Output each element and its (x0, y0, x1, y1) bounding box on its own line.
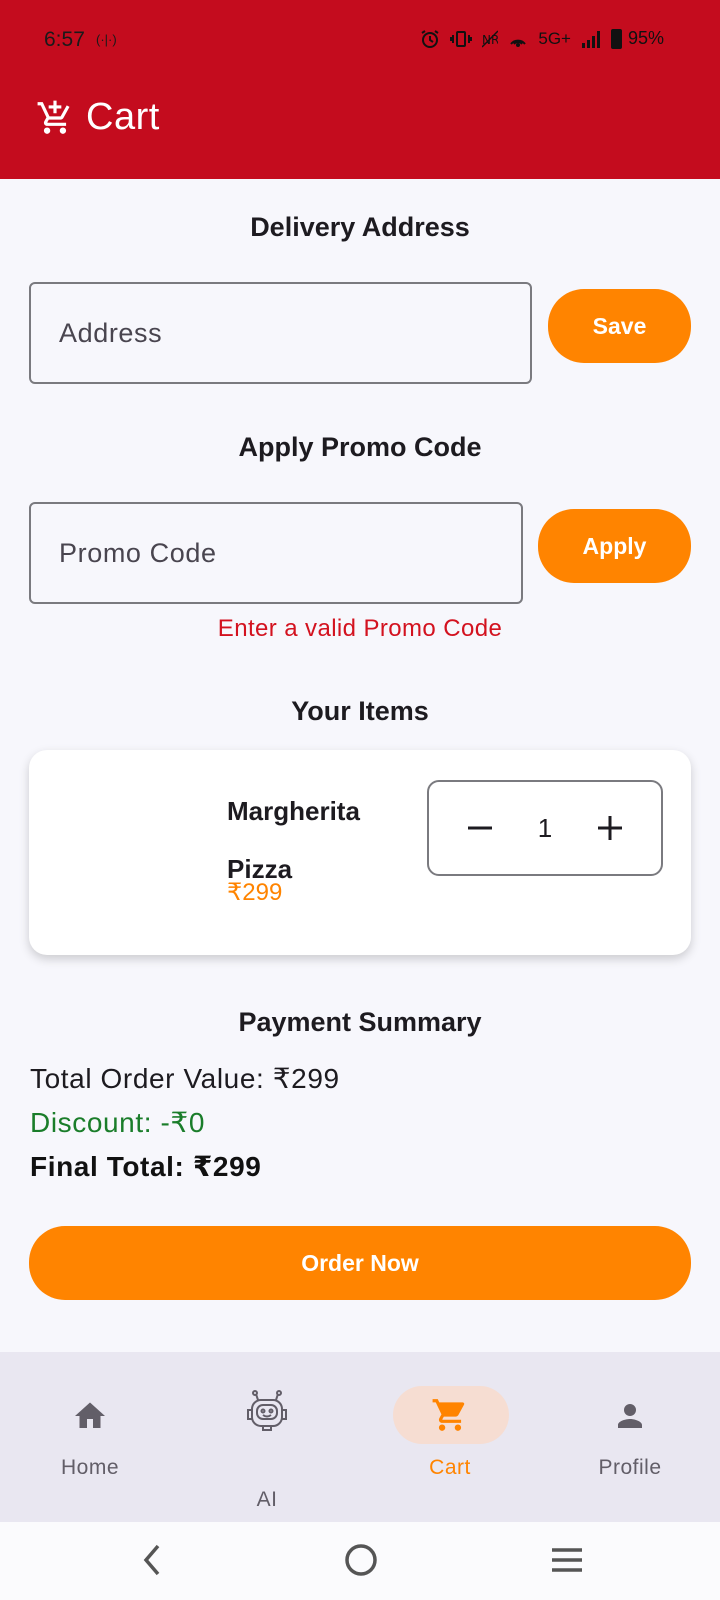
minus-icon (468, 826, 492, 830)
cart-plus-icon (37, 100, 70, 134)
status-time: 6:57 (44, 28, 85, 51)
plus-icon (598, 816, 622, 840)
order-now-button[interactable]: Order Now (29, 1226, 691, 1300)
recents-menu-icon[interactable] (550, 1542, 584, 1578)
quantity-stepper: 1 (427, 780, 663, 876)
cart-item-card: Margherita Pizza ₹299 1 (29, 750, 691, 955)
nav-item-ai[interactable]: AI (177, 1352, 357, 1522)
decrease-quantity-button[interactable] (465, 813, 495, 843)
network-type: 5G+ (538, 28, 571, 48)
discount-value: Discount: -₹0 (30, 1107, 206, 1138)
quantity-value: 1 (537, 812, 553, 843)
payment-summary-title: Payment Summary (238, 1007, 482, 1037)
app-bar: 6:57 (·|·) NR 5G+ 95% Cart (0, 0, 720, 179)
vibrate-icon (450, 30, 473, 47)
cart-icon (432, 1399, 465, 1431)
back-icon[interactable] (138, 1542, 166, 1578)
status-bar: 6:57 (·|·) NR 5G+ 95% (0, 0, 720, 84)
bottom-navigation: Home AI Cart Profile (0, 1352, 720, 1522)
home-icon (75, 1402, 105, 1428)
promo-error-text: Enter a valid Promo Code (217, 615, 503, 642)
home-circle-icon[interactable] (344, 1542, 378, 1578)
no-nfc-icon: NR (482, 29, 499, 48)
nav-label-cart: Cart (429, 1456, 471, 1479)
system-navigation-bar (0, 1522, 720, 1600)
save-button[interactable]: Save (548, 289, 691, 363)
hotspot-icon: (·|·) (96, 32, 117, 47)
battery-level: 95% (627, 28, 664, 48)
promo-code-input[interactable]: Promo Code (29, 502, 523, 604)
nav-label-home: Home (60, 1456, 120, 1479)
alarm-icon (421, 29, 439, 48)
final-total: Final Total: ₹299 (30, 1151, 262, 1182)
promo-code-title: Apply Promo Code (238, 432, 482, 462)
battery-icon (610, 28, 622, 49)
increase-quantity-button[interactable] (595, 813, 625, 843)
address-input[interactable]: Address (29, 282, 532, 384)
delivery-address-title: Delivery Address (250, 212, 470, 242)
hotspot-signal-icon (510, 39, 527, 47)
signal-icon (581, 30, 600, 48)
nav-item-cart[interactable]: Cart (360, 1352, 540, 1522)
apply-button[interactable]: Apply (538, 509, 691, 583)
your-items-title: Your Items (291, 696, 429, 726)
page-title: Cart (86, 96, 160, 138)
total-order-value: Total Order Value: ₹299 (30, 1063, 340, 1094)
person-icon (618, 1404, 642, 1428)
nav-item-profile[interactable]: Profile (540, 1352, 720, 1522)
app-title-row: Cart (36, 96, 160, 139)
status-icons: NR 5G+ 95% (420, 28, 664, 49)
nav-item-home[interactable]: Home (0, 1352, 180, 1522)
battery-indicator: 95% (610, 28, 664, 49)
nav-label-profile: Profile (598, 1456, 662, 1479)
robot-icon (247, 1390, 287, 1431)
item-price: ₹299 (227, 879, 283, 906)
nav-label-ai: AI (256, 1488, 278, 1511)
